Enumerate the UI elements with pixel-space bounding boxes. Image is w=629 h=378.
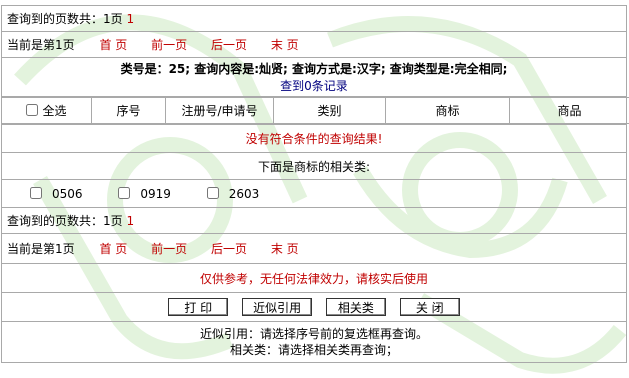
- close-button[interactable]: 关 闭: [399, 298, 460, 316]
- related-class-checkbox-0506[interactable]: [30, 186, 42, 199]
- note-related-class: 相关类：请选择相关类再查询；: [229, 343, 398, 357]
- no-result-message: 没有符合条件的查询结果!: [1, 124, 627, 153]
- record-count: 查到0条记录: [280, 79, 348, 93]
- header-row-cell: 全选 序号 注册号/申请号 类别 商标 商品: [1, 96, 629, 125]
- print-button[interactable]: 打 印: [168, 298, 229, 316]
- note-similar-cite: 近似引用：请选择序号前的复选框再查询。: [199, 327, 428, 341]
- page-count-label: 查询到的页数共：1页: [7, 12, 123, 26]
- col-class: 类别: [273, 97, 386, 124]
- first-page-link[interactable]: 首 页: [99, 242, 127, 256]
- col-goods: 商品: [509, 97, 629, 124]
- similar-cite-button[interactable]: 近似引用: [242, 298, 313, 316]
- col-serial: 序号: [91, 97, 166, 124]
- usage-notes: 近似引用：请选择序号前的复选框再查询。 相关类：请选择相关类再查询；: [1, 321, 627, 363]
- action-buttons: 打 印 近似引用 相关类 关 闭: [1, 292, 627, 322]
- select-all-header: 全选: [1, 97, 92, 124]
- query-criteria: 类号是：25; 查询内容是:灿贤; 查询方式是:汉字; 查询类型是:完全相同;: [120, 62, 508, 76]
- top-pager: 当前是第1页 首 页 前一页 后一页 末 页: [1, 31, 627, 58]
- last-page-link[interactable]: 末 页: [271, 242, 299, 256]
- page-count-value: 1: [126, 12, 135, 26]
- disclaimer: 仅供参考，无任何法律效力，请核实后使用: [1, 263, 627, 293]
- page-count-value: 1: [126, 214, 135, 228]
- col-trademark: 商标: [385, 97, 510, 124]
- top-page-count: 查询到的页数共：1页 1: [1, 5, 627, 32]
- query-summary: 类号是：25; 查询内容是:灿贤; 查询方式是:汉字; 查询类型是:完全相同; …: [1, 57, 627, 97]
- next-page-link[interactable]: 后一页: [211, 38, 247, 52]
- related-class-code: 0506: [52, 186, 83, 201]
- related-class-code: 2603: [228, 186, 260, 201]
- results-table: 查询到的页数共：1页 1 当前是第1页 首 页 前一页 后一页 末 页 类号是：…: [1, 5, 629, 363]
- current-page-label: 当前是第1页: [7, 242, 75, 256]
- results-page: 查询到的页数共：1页 1 当前是第1页 首 页 前一页 后一页 末 页 类号是：…: [1, 5, 629, 370]
- next-page-link[interactable]: 后一页: [211, 242, 247, 256]
- prev-page-link[interactable]: 前一页: [151, 242, 187, 256]
- first-page-link[interactable]: 首 页: [99, 38, 127, 52]
- page-count-label: 查询到的页数共：1页: [7, 214, 123, 228]
- current-page-label: 当前是第1页: [7, 38, 75, 52]
- bottom-pager: 当前是第1页 首 页 前一页 后一页 末 页: [1, 233, 627, 264]
- related-classes-title: 下面是商标的相关类:: [1, 152, 627, 180]
- related-class-code: 0919: [140, 186, 171, 201]
- related-class-button[interactable]: 相关类: [325, 298, 386, 316]
- col-reg-number: 注册号/申请号: [165, 97, 274, 124]
- column-headers: 全选 序号 注册号/申请号 类别 商标 商品: [1, 97, 629, 124]
- related-class-checkbox-0919[interactable]: [118, 186, 131, 199]
- related-classes-list: 0506 0919 2603: [1, 179, 627, 208]
- bottom-page-count: 查询到的页数共：1页 1: [1, 207, 627, 234]
- related-class-checkbox-2603[interactable]: [206, 186, 219, 199]
- prev-page-link[interactable]: 前一页: [151, 38, 187, 52]
- select-all-label: 全选: [42, 104, 67, 118]
- select-all-checkbox[interactable]: [26, 104, 39, 116]
- last-page-link[interactable]: 末 页: [271, 38, 299, 52]
